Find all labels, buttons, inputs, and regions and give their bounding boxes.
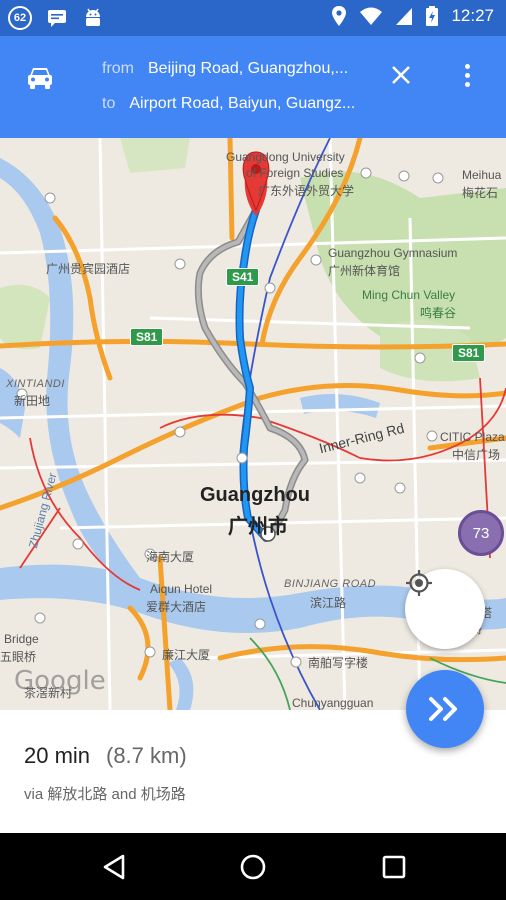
back-icon [103, 854, 125, 880]
map-label-xitiandi-zh: 新田地 [14, 394, 51, 408]
status-time: 12:27 [451, 6, 494, 25]
map-label-aiqun: Aiqun Hotel [150, 582, 213, 596]
map-label-foreign-studies: of Foreign Studies [246, 166, 344, 180]
location-icon [332, 6, 347, 26]
route-duration: 20 min [24, 743, 91, 768]
map-label-hainan: 海南大厦 [146, 550, 195, 564]
map-label-city-zh: 广州市 [228, 516, 288, 538]
origin-field[interactable]: from Beijing Road, Guangzhou,... [102, 60, 348, 78]
car-icon[interactable] [24, 62, 56, 94]
highway-shield-s41: S41 [226, 268, 260, 286]
map-label-chunyang: Chunyangguan [292, 696, 374, 710]
map-label-gymnasium-zh: 广州新体育馆 [328, 264, 401, 278]
from-label: from [102, 60, 134, 77]
map-label-meihua-zh: 梅花石 [462, 186, 499, 200]
navigate-forward-icon [429, 697, 457, 721]
map-label-mingchun-zh: 鸣春谷 [420, 306, 457, 320]
cluster-badge[interactable]: 73 [458, 510, 504, 556]
status-left-icons: 62 [8, 6, 104, 30]
close-button[interactable] [384, 58, 418, 92]
start-navigation-button[interactable] [406, 670, 484, 748]
route-distance: (8.7 km) [106, 743, 187, 768]
map-label-citic-zh: 中信广场 [452, 448, 501, 462]
recents-icon [382, 855, 406, 879]
notification-badge: 62 [8, 6, 32, 30]
map-label-university: Guangdong University [226, 150, 345, 164]
overflow-menu-icon [464, 63, 470, 69]
map-label-meihua: Meihua [462, 168, 502, 182]
home-icon [240, 854, 266, 880]
system-nav-bar [0, 833, 506, 900]
destination-field[interactable]: to Airport Road, Baiyun, Guangz... [102, 95, 355, 113]
google-logo: Google [14, 666, 106, 696]
map-label-wuyan: 五眼桥 [0, 650, 37, 664]
map-label-aiqun-zh: 爱群大酒店 [146, 600, 207, 614]
map-label-xitiandi: XINTIANDI [6, 378, 65, 390]
map-label-bridge: Bridge [4, 632, 39, 646]
status-bar: 62 12:27 [0, 0, 506, 36]
wifi-icon [360, 7, 383, 25]
close-icon [392, 66, 410, 84]
map-label-liangui: 廉江大厦 [162, 648, 211, 662]
signal-icon [396, 8, 413, 25]
highway-shield-s81-right: S81 [452, 344, 486, 362]
status-right-icons: 12:27 [331, 5, 494, 27]
overflow-menu-icon [464, 81, 470, 87]
map-label-gymnasium: Guangzhou Gymnasium [328, 246, 458, 260]
map-label-binjiang: BINJIANG ROAD [284, 578, 377, 590]
to-label: to [102, 95, 116, 112]
map-view[interactable]: Guangdong University of Foreign Studies … [0, 138, 506, 710]
overflow-menu-button[interactable] [452, 58, 482, 92]
directions-header: from Beijing Road, Guangzhou,... to Airp… [0, 36, 506, 138]
my-location-icon [406, 570, 432, 596]
messages-icon [48, 10, 66, 27]
home-button[interactable] [235, 849, 271, 885]
recents-button[interactable] [376, 849, 412, 885]
overflow-menu-icon [464, 72, 470, 78]
map-label-citic: CITIC Plaza [440, 430, 505, 444]
map-label-nanbo: 南舶写字楼 [308, 656, 369, 670]
map-label-city-en: Guangzhou [200, 484, 310, 506]
origin-value: Beijing Road, Guangzhou,... [148, 60, 349, 77]
battery-icon [426, 6, 439, 26]
android-icon [86, 8, 100, 26]
my-location-button[interactable] [405, 569, 485, 649]
destination-value: Airport Road, Baiyun, Guangz... [129, 95, 356, 112]
route-via: via 解放北路 and 机场路 [24, 786, 186, 803]
map-label-gdufs: 广东外语外贸大学 [258, 184, 355, 198]
map-label-garden-hotel: 广州贵宾园酒店 [46, 262, 131, 276]
map-label-binjiang-zh: 滨江路 [310, 596, 347, 610]
map-label-mingchun: Ming Chun Valley [362, 288, 456, 302]
back-button[interactable] [96, 849, 132, 885]
highway-shield-s81-left: S81 [130, 328, 164, 346]
